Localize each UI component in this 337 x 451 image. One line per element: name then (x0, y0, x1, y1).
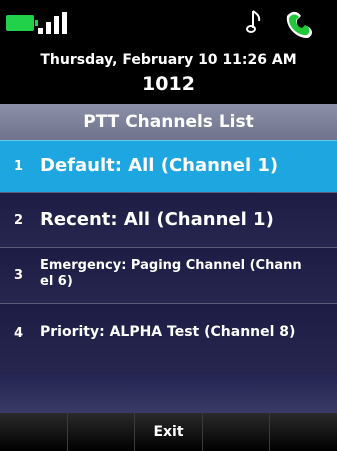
softkey-4[interactable] (203, 413, 271, 451)
channel-label: Default: All (Channel 1) (40, 155, 279, 176)
channel-item-priority[interactable]: 4 Priority: ALPHA Test (Channel 8) (0, 303, 337, 373)
softkey-2[interactable] (68, 413, 136, 451)
battery-icon (6, 15, 38, 31)
signal-bars-icon (38, 12, 68, 34)
channel-item-recent[interactable]: 2 Recent: All (Channel 1) (0, 192, 337, 247)
softkey-1[interactable] (0, 413, 68, 451)
softkey-5[interactable] (270, 413, 337, 451)
channel-number: 2 (14, 213, 24, 228)
channel-number: 1 (14, 159, 24, 174)
page-title: PTT Channels List (0, 104, 337, 140)
channel-label-line1: Emergency: Paging Channel (Chann (40, 258, 302, 273)
channel-item-emergency[interactable]: 3 Emergency: Paging Channel (Chann el 6) (0, 247, 337, 303)
channel-number: 3 (14, 268, 24, 283)
softkey-bar: Exit (0, 413, 337, 451)
extension-number: 1012 (142, 73, 195, 95)
channel-label: Recent: All (Channel 1) (40, 209, 274, 230)
phone-handset-icon (286, 11, 313, 39)
exit-button[interactable]: Exit (135, 413, 203, 451)
music-note-icon (246, 10, 261, 33)
phone-header: Thursday, February 10 11:26 AM 1012 (0, 48, 337, 104)
channel-label: Priority: ALPHA Test (Channel 8) (40, 324, 296, 340)
list-empty-area (0, 373, 337, 413)
status-bar (0, 0, 337, 48)
channel-label-line2: el 6) (40, 274, 73, 289)
channel-item-default[interactable]: 1 Default: All (Channel 1) (0, 140, 337, 192)
date-time: Thursday, February 10 11:26 AM (40, 52, 297, 68)
channel-number: 4 (14, 326, 24, 341)
